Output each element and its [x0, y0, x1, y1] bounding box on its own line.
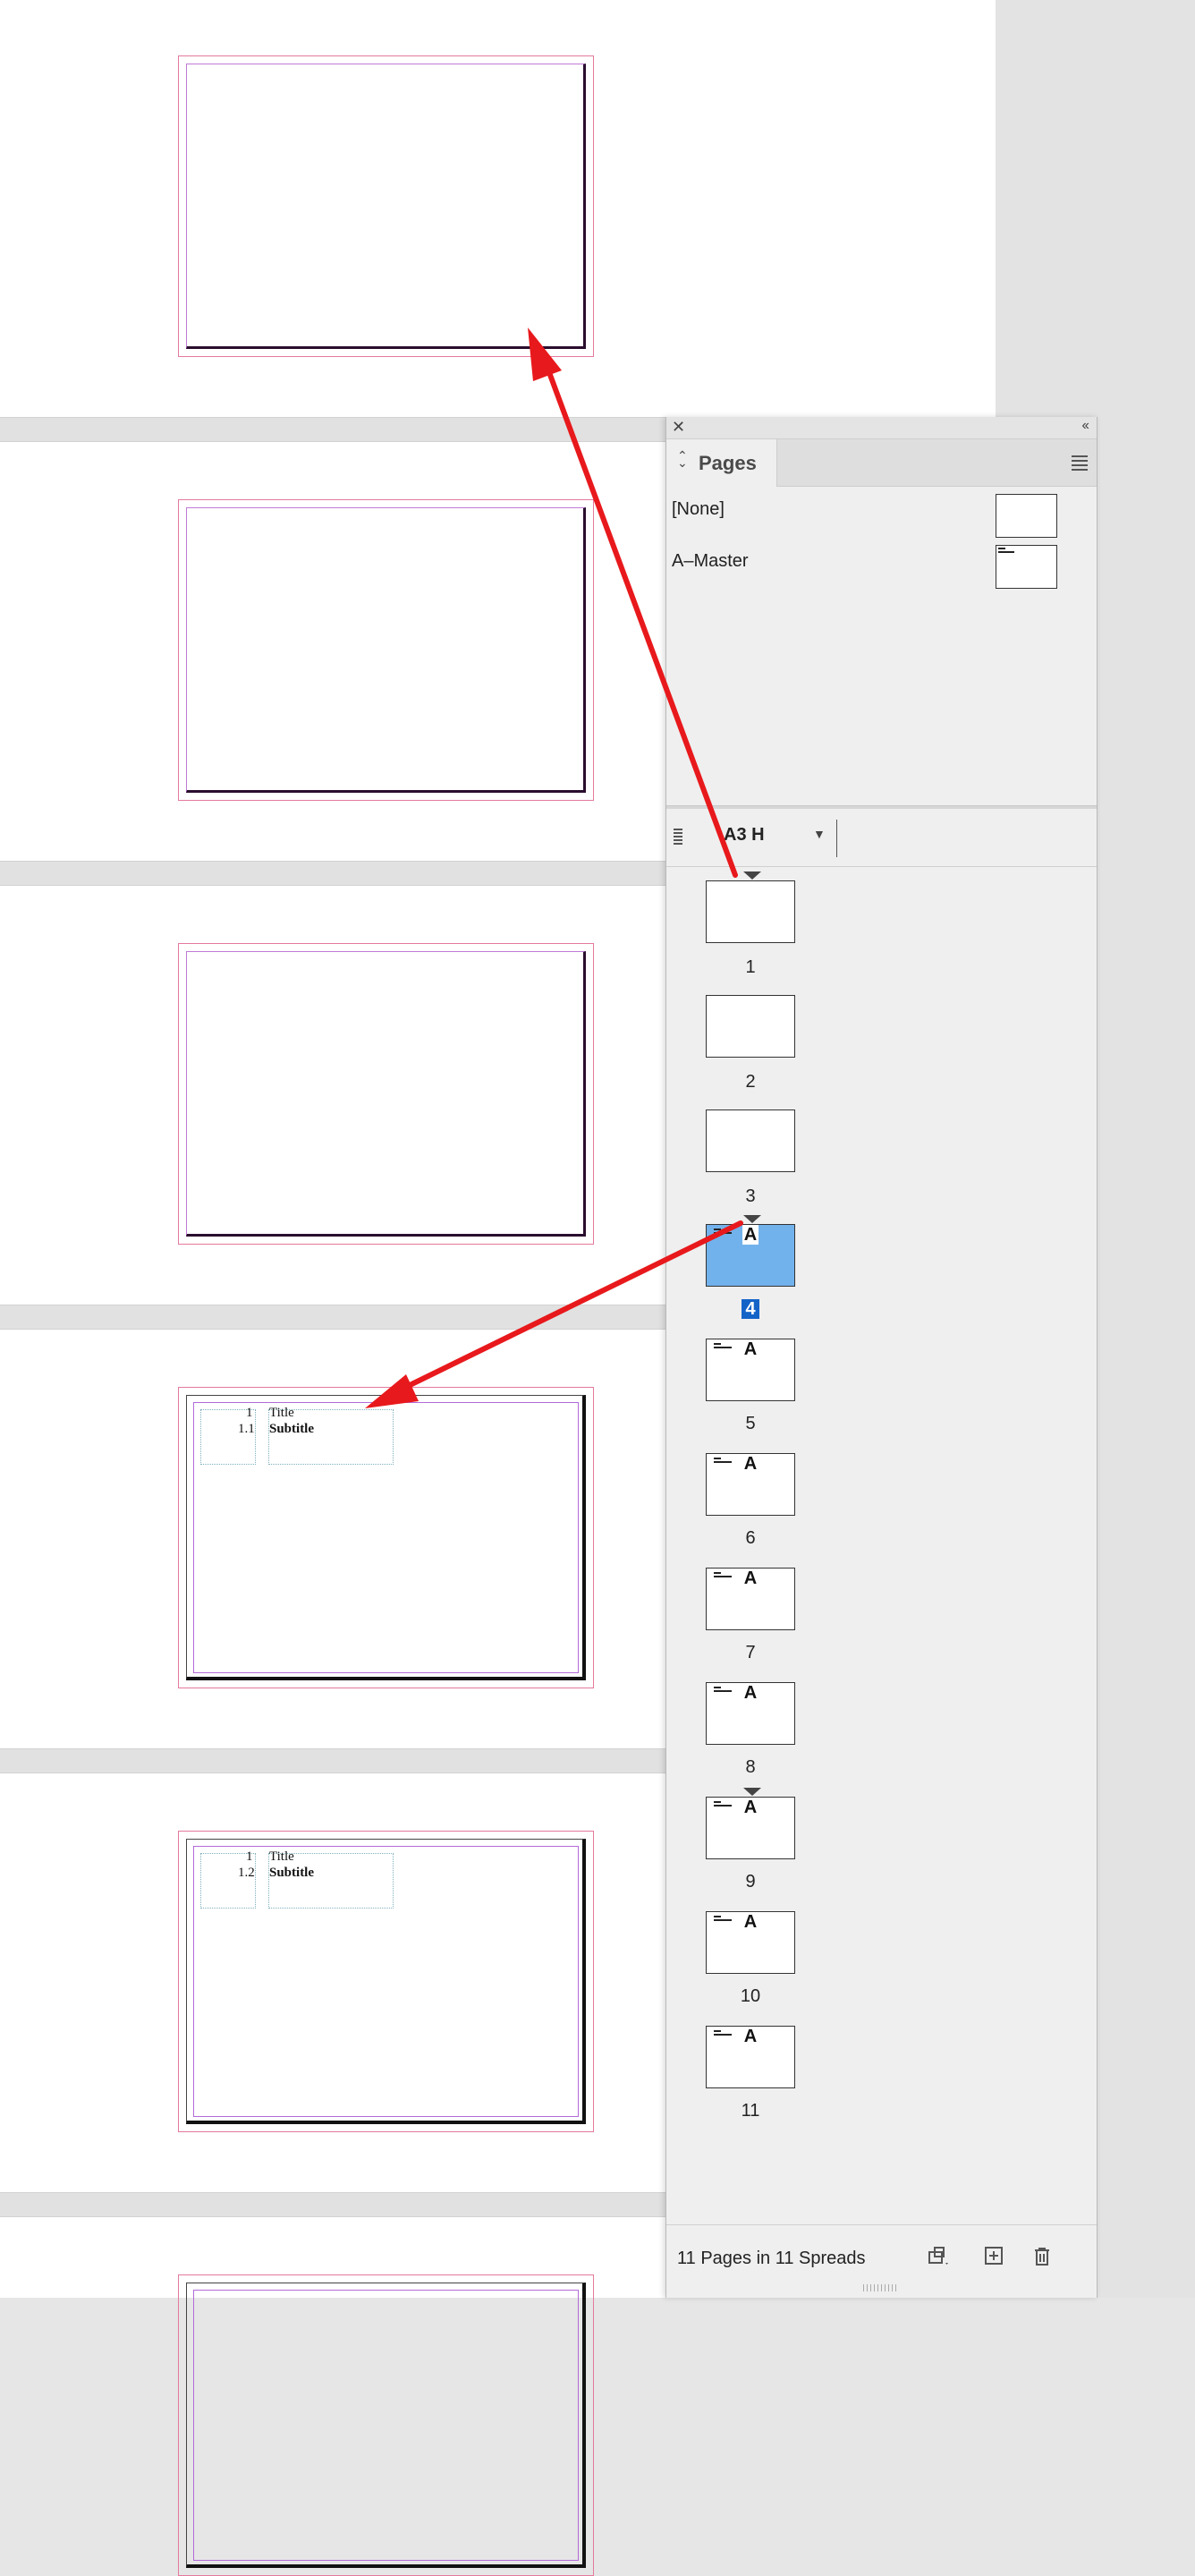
master-prefix: A: [743, 1569, 758, 1588]
page-number-label: 8: [745, 1757, 756, 1777]
page-number-label: 11: [741, 2101, 760, 2121]
document-page-3[interactable]: [178, 943, 594, 1245]
page-count-status: 11 Pages in 11 Spreads: [677, 2249, 866, 2268]
page-size-dropdown[interactable]: A3 H: [724, 825, 765, 846]
master-prefix: A: [743, 2027, 758, 2046]
document-page-1[interactable]: [178, 55, 594, 357]
tab-pages-label: Pages: [699, 452, 757, 474]
page-thumbnail-8[interactable]: A: [706, 1682, 795, 1745]
page-thumbnail-10[interactable]: A: [706, 1911, 795, 1974]
margin-guides: [193, 2290, 579, 2561]
master-prefix: A: [743, 1339, 758, 1359]
page-title-text: Title: [269, 1406, 294, 1420]
page-trim: [186, 64, 586, 349]
chevron-down-icon[interactable]: ▼: [813, 827, 826, 841]
master-prefix: A: [743, 1683, 758, 1703]
panel-footer: 11 Pages in 11 Spreads: [666, 2224, 1097, 2299]
page-number-label: 5: [745, 1414, 756, 1433]
document-page-2[interactable]: [178, 499, 594, 801]
master-a-label[interactable]: A–Master: [672, 551, 749, 572]
page-subtitle-text: Subtitle: [269, 1422, 315, 1436]
master-lines-icon: [714, 1228, 732, 1236]
close-icon[interactable]: ✕: [672, 418, 685, 437]
document-page-4[interactable]: 1 1.1 Title Subtitle: [178, 1387, 594, 1688]
pages-panel[interactable]: ✕ ‹‹ ⌃ ⌄ Pages [None] A–Master A3 H ▼ 1 2…: [665, 417, 1098, 2298]
spread-marker-icon: [743, 1215, 761, 1223]
page-number-label: 9: [745, 1872, 756, 1892]
edit-page-size-icon[interactable]: [928, 2245, 949, 2266]
spread-separator: [0, 861, 666, 886]
page-thumbnail-2[interactable]: [706, 995, 795, 1058]
page-thumbnail-4[interactable]: A: [706, 1224, 795, 1287]
page-subtitle-text: Subtitle: [269, 1866, 315, 1880]
page-thumbnail-7[interactable]: A: [706, 1568, 795, 1630]
panel-tab-bar: ⌃ ⌄ Pages: [666, 439, 1097, 487]
selected-page-number: 4: [742, 1299, 759, 1319]
subheading-number: 1.1: [238, 1422, 255, 1436]
heading-number: 1: [246, 1406, 253, 1420]
panel-menu-icon[interactable]: [1072, 455, 1088, 473]
page-number-label: 3: [745, 1186, 756, 1206]
page-thumbnail-11[interactable]: A: [706, 2026, 795, 2088]
master-prefix: A: [742, 1225, 759, 1245]
page-number-label: 10: [740, 1986, 761, 2006]
spread-separator: [0, 1305, 666, 1330]
document-page-5[interactable]: 1 1.2 Title Subtitle: [178, 1831, 594, 2132]
spread-marker-icon: [743, 1788, 761, 1796]
page-number-label-selected: 4: [706, 1299, 795, 1320]
master-none-thumbnail[interactable]: [996, 494, 1057, 538]
size-divider: [836, 820, 837, 857]
page-thumbnail-3[interactable]: [706, 1109, 795, 1172]
tab-pages[interactable]: ⌃ ⌄ Pages: [666, 439, 777, 487]
master-lines-icon: [998, 548, 1014, 555]
page-trim: [186, 507, 586, 793]
master-prefix: A: [743, 1912, 758, 1932]
page-size-icon: [674, 829, 682, 846]
master-prefix: A: [743, 1798, 758, 1817]
spread-separator: [0, 417, 666, 442]
page-number-label: 2: [745, 1072, 756, 1092]
spread-separator: [0, 1748, 666, 1773]
master-a-thumbnail[interactable]: [996, 545, 1057, 589]
collapse-panel-icon[interactable]: ‹‹: [1081, 418, 1089, 434]
page-title-text: Title: [269, 1849, 294, 1864]
spread-separator: [0, 2192, 666, 2217]
page-thumbnail-6[interactable]: A: [706, 1453, 795, 1516]
panel-divider[interactable]: [666, 805, 1097, 809]
page-number-label: 7: [745, 1643, 756, 1662]
page-thumbnail-5[interactable]: A: [706, 1339, 795, 1401]
page-number-label: 6: [745, 1528, 756, 1548]
document-page-6[interactable]: [178, 2274, 594, 2576]
master-none-label[interactable]: [None]: [672, 499, 725, 520]
heading-number: 1: [246, 1849, 253, 1864]
panel-title-bar[interactable]: ✕ ‹‹: [666, 417, 1097, 439]
page-trim: [186, 951, 586, 1237]
spread-marker-icon: [743, 871, 761, 880]
master-prefix: A: [743, 1454, 758, 1474]
page-thumbnail-9[interactable]: A: [706, 1797, 795, 1859]
sort-arrows-icon: ⌃ ⌄: [677, 448, 688, 470]
subheading-number: 1.2: [238, 1866, 255, 1880]
resize-grip[interactable]: [863, 2284, 899, 2291]
page-thumbnail-1[interactable]: [706, 880, 795, 943]
page-number-label: 1: [745, 957, 756, 977]
trash-icon[interactable]: [1031, 2245, 1053, 2266]
new-page-icon[interactable]: [983, 2245, 1004, 2266]
page-size-bar: A3 H ▼: [666, 811, 1097, 867]
